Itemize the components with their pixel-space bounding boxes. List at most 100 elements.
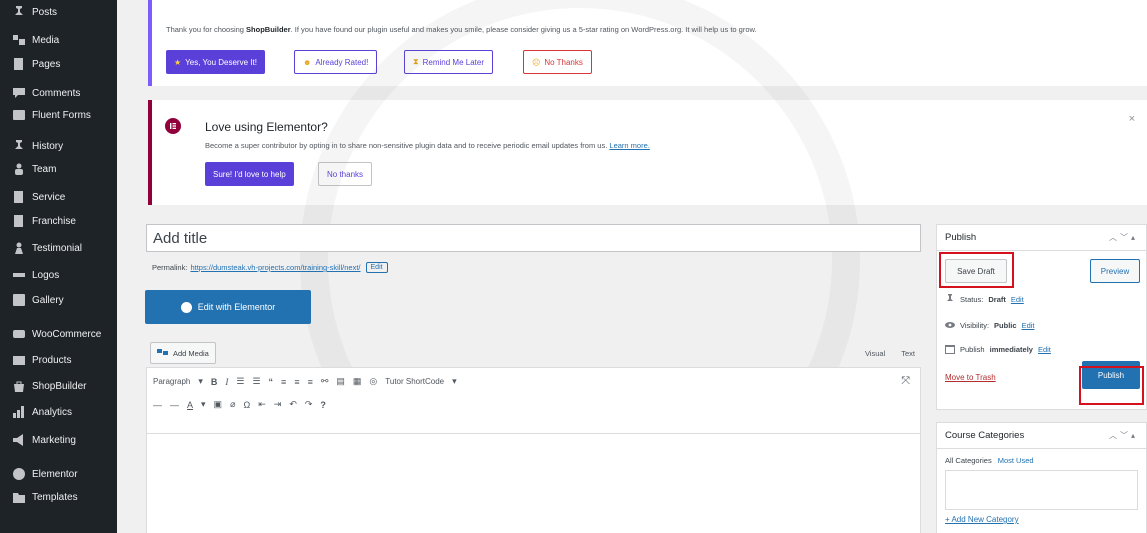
sidebar-item-label: Franchise xyxy=(32,215,76,227)
numbered-list-icon[interactable]: ☰ xyxy=(252,376,260,387)
elementor-notice: Love using Elementor? Become a super con… xyxy=(148,100,1147,205)
align-left-icon[interactable]: ≡ xyxy=(281,377,286,387)
publish-time-edit-link[interactable]: Edit xyxy=(1038,345,1051,354)
indent-icon[interactable]: ⇥ xyxy=(274,399,282,410)
sidebar-item-service[interactable]: Service xyxy=(0,187,117,207)
elementor-notice-text: Become a super contributor by opting in … xyxy=(205,141,650,150)
panel-arrows-icon[interactable]: ︿﹀▴ xyxy=(1109,430,1138,441)
sidebar-item-history[interactable]: History xyxy=(0,136,117,156)
bold-icon[interactable]: B xyxy=(211,377,218,387)
smile-icon: ☻ xyxy=(303,57,312,67)
chevron-down-icon[interactable]: ▾ xyxy=(201,399,206,410)
sidebar-item-franchise[interactable]: Franchise xyxy=(0,211,117,231)
tab-all-categories[interactable]: All Categories xyxy=(945,456,992,465)
special-char-icon[interactable]: Ω xyxy=(243,400,250,410)
visibility-value: Public xyxy=(994,320,1017,330)
paste-text-icon[interactable]: ▣ xyxy=(214,399,223,410)
already-rated-button[interactable]: ☻ Already Rated! xyxy=(294,50,378,74)
forms-icon xyxy=(12,109,26,121)
add-new-category-link[interactable]: + Add New Category xyxy=(945,515,1019,524)
sidebar-item-gallery[interactable]: Gallery xyxy=(0,290,117,310)
permalink-url-link[interactable]: https://dumsteak.vh-projects.com/trainin… xyxy=(190,263,360,272)
outdent-icon[interactable]: ⇤ xyxy=(258,399,266,410)
edit-with-elementor-button[interactable]: Edit with Elementor xyxy=(145,290,311,324)
post-title-input[interactable]: Add title xyxy=(146,224,921,252)
move-to-trash-link[interactable]: Move to Trash xyxy=(945,373,996,382)
no-thanks-button[interactable]: ☹ No Thanks xyxy=(523,50,592,74)
align-right-icon[interactable]: ≡ xyxy=(308,377,313,387)
sure-help-button[interactable]: Sure! I'd love to help xyxy=(205,162,294,186)
help-icon[interactable]: ? xyxy=(320,400,326,410)
redo-icon[interactable]: ↷ xyxy=(305,399,313,410)
sidebar-item-label: Templates xyxy=(32,491,78,503)
fullscreen-icon[interactable]: ⤧ xyxy=(901,375,910,388)
star-icon: ★ xyxy=(174,57,182,67)
add-media-button[interactable]: Add Media xyxy=(150,342,216,364)
format-select[interactable]: Paragraph xyxy=(153,377,190,386)
preview-button[interactable]: Preview xyxy=(1090,259,1140,283)
undo-icon[interactable]: ↶ xyxy=(289,399,297,410)
yes-deserve-label: Yes, You Deserve It! xyxy=(185,57,257,67)
elementor-logo-icon xyxy=(165,118,181,134)
sidebar-item-shopbuilder[interactable]: ShopBuilder xyxy=(0,376,117,396)
sidebar-item-comments[interactable]: Comments xyxy=(0,83,117,103)
link-icon[interactable]: ⚯ xyxy=(321,376,329,387)
logos-icon xyxy=(12,269,26,281)
visibility-edit-link[interactable]: Edit xyxy=(1022,321,1035,330)
align-center-icon[interactable]: ≡ xyxy=(294,377,299,387)
horizontal-line-icon[interactable]: — xyxy=(170,400,179,410)
sidebar-item-analytics[interactable]: Analytics xyxy=(0,402,117,422)
sidebar-item-products[interactable]: Products xyxy=(0,350,117,370)
tutor-icon[interactable]: ◎ xyxy=(369,376,377,387)
sidebar-item-woocommerce[interactable]: WooCommerce xyxy=(0,324,117,344)
sidebar-item-pages[interactable]: Pages xyxy=(0,54,117,74)
elementor-notice-title: Love using Elementor? xyxy=(205,120,328,134)
italic-icon[interactable]: I xyxy=(225,377,228,387)
media-icon xyxy=(157,349,168,355)
category-list[interactable] xyxy=(945,470,1138,510)
edit-with-elementor-label: Edit with Elementor xyxy=(197,302,276,312)
blockquote-icon[interactable]: “ xyxy=(269,377,274,387)
sidebar-item-posts[interactable]: Posts xyxy=(0,2,117,22)
sidebar-item-media[interactable]: Media xyxy=(0,30,117,50)
visibility-row: Visibility: Public Edit xyxy=(945,320,1035,330)
close-icon[interactable]: × xyxy=(1129,113,1135,125)
elementor-no-thanks-button[interactable]: No thanks xyxy=(318,162,373,186)
toolbar-row-2: — — A ▾ ▣ ⌀ Ω ⇤ ⇥ ↶ ↷ ? xyxy=(153,399,326,410)
tutor-shortcode-dropdown[interactable]: Tutor ShortCode xyxy=(385,377,444,386)
clear-formatting-icon[interactable]: ⌀ xyxy=(230,399,235,410)
bullet-list-icon[interactable]: ☰ xyxy=(236,376,244,387)
editor-content-area[interactable] xyxy=(147,433,920,533)
sidebar-item-team[interactable]: Team xyxy=(0,159,117,179)
chevron-down-icon[interactable]: ▾ xyxy=(198,376,203,387)
category-tabs: All Categories Most Used xyxy=(945,456,1034,465)
tab-visual[interactable]: Visual xyxy=(865,349,885,358)
permalink-edit-button[interactable]: Edit xyxy=(365,262,388,273)
yes-deserve-button[interactable]: ★ Yes, You Deserve It! xyxy=(166,50,265,74)
learn-more-link[interactable]: Learn more. xyxy=(609,141,649,150)
sidebar-item-templates[interactable]: Templates xyxy=(0,487,117,507)
sidebar-item-testimonial[interactable]: Testimonial xyxy=(0,238,117,258)
sidebar-item-fluent-forms[interactable]: Fluent Forms xyxy=(0,105,117,125)
admin-sidebar: Posts Media Pages Comments Fluent Forms Histo… xyxy=(0,0,117,533)
tab-text[interactable]: Text xyxy=(901,349,915,358)
visibility-label: Visibility: xyxy=(960,320,990,330)
chevron-down-icon[interactable]: ▾ xyxy=(452,376,457,387)
toolbar-toggle-icon[interactable]: ▦ xyxy=(353,376,362,387)
remind-later-label: Remind Me Later xyxy=(422,57,484,67)
sidebar-item-label: Elementor xyxy=(32,468,78,480)
elementor-icon xyxy=(180,301,192,313)
text-color-icon[interactable]: A xyxy=(187,400,193,410)
tab-most-used[interactable]: Most Used xyxy=(998,456,1034,465)
read-more-icon[interactable]: ▤ xyxy=(336,376,345,387)
panel-arrows-icon[interactable]: ︿﹀▴ xyxy=(1109,232,1138,243)
sidebar-item-label: Posts xyxy=(32,6,58,18)
strikethrough-icon[interactable]: — xyxy=(153,400,162,410)
sidebar-item-marketing[interactable]: Marketing xyxy=(0,430,117,450)
classic-editor: Add Media Visual Text Paragraph ▾ B I ☰ … xyxy=(146,340,921,533)
sidebar-item-elementor[interactable]: Elementor xyxy=(0,464,117,484)
elementor-notice-body: Become a super contributor by opting in … xyxy=(205,141,608,150)
status-edit-link[interactable]: Edit xyxy=(1011,295,1024,304)
remind-later-button[interactable]: ⧗ Remind Me Later xyxy=(404,50,493,74)
sidebar-item-logos[interactable]: Logos xyxy=(0,265,117,285)
